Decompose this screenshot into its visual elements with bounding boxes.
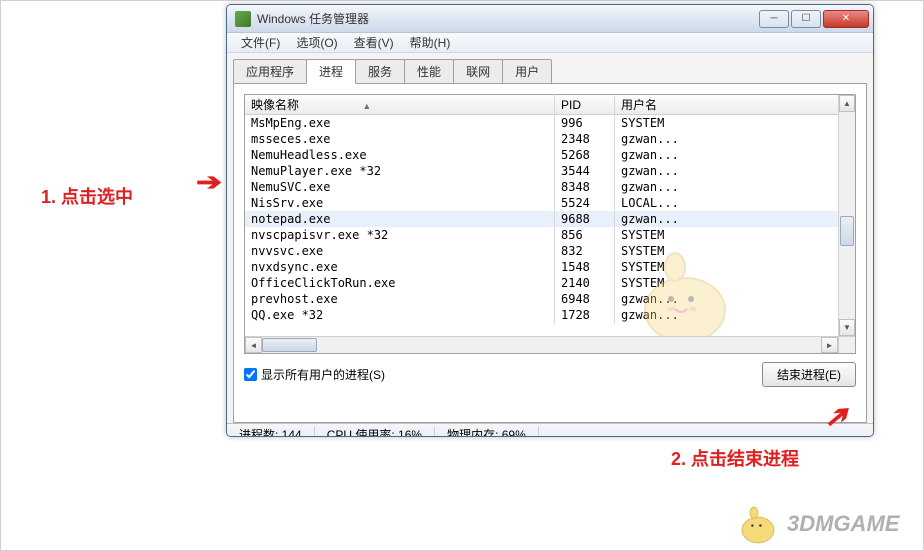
statusbar: 进程数: 144 CPU 使用率: 16% 物理内存: 69% bbox=[227, 423, 873, 437]
menubar: 文件(F) 选项(O) 查看(V) 帮助(H) bbox=[227, 33, 873, 53]
annotation-1: 1. 点击选中 bbox=[41, 183, 133, 209]
annotation-2: 2. 点击结束进程 bbox=[671, 445, 799, 471]
table-row[interactable]: nvxdsync.exe1548SYSTEM bbox=[245, 259, 855, 275]
app-icon bbox=[235, 11, 251, 27]
list-header: 映像名称 ▲ PID 用户名 bbox=[245, 95, 855, 115]
site-logo: 3DMGAME bbox=[733, 504, 913, 544]
scroll-up-button[interactable]: ▲ bbox=[839, 95, 855, 112]
menu-view[interactable]: 查看(V) bbox=[346, 32, 402, 53]
cell-image-name: QQ.exe *32 bbox=[245, 306, 555, 324]
task-manager-window: Windows 任务管理器 ─ ☐ ✕ 文件(F) 选项(O) 查看(V) 帮助… bbox=[226, 4, 874, 437]
table-row[interactable]: prevhost.exe6948gzwan... bbox=[245, 291, 855, 307]
col-image-name-label: 映像名称 bbox=[251, 98, 299, 112]
scroll-down-button[interactable]: ▼ bbox=[839, 319, 855, 336]
table-row[interactable]: MsMpEng.exe996SYSTEM bbox=[245, 115, 855, 131]
sort-ascending-icon: ▲ bbox=[362, 101, 371, 111]
cell-pid: 1728 bbox=[555, 306, 615, 324]
table-row[interactable]: notepad.exe9688gzwan... bbox=[245, 211, 855, 227]
table-row[interactable]: NisSrv.exe5524LOCAL... bbox=[245, 195, 855, 211]
logo-text: 3DMGAME bbox=[787, 511, 899, 537]
scroll-right-button[interactable]: ► bbox=[821, 337, 838, 353]
maximize-button[interactable]: ☐ bbox=[791, 10, 821, 28]
tabs: 应用程序 进程 服务 性能 联网 用户 bbox=[233, 59, 867, 83]
scroll-left-button[interactable]: ◄ bbox=[245, 337, 262, 353]
col-image-name[interactable]: 映像名称 ▲ bbox=[245, 94, 555, 115]
close-button[interactable]: ✕ bbox=[823, 10, 869, 28]
process-list: 映像名称 ▲ PID 用户名 bbox=[244, 94, 856, 354]
tab-performance[interactable]: 性能 bbox=[404, 59, 454, 83]
status-process-count: 进程数: 144 bbox=[227, 426, 315, 438]
table-row[interactable]: nvscpapisvr.exe *32856SYSTEM bbox=[245, 227, 855, 243]
show-all-users-checkbox[interactable]: 显示所有用户的进程(S) bbox=[244, 366, 385, 383]
scroll-thumb[interactable] bbox=[840, 216, 854, 246]
arrow-1-icon: ➔ bbox=[196, 171, 222, 195]
tab-services[interactable]: 服务 bbox=[355, 59, 405, 83]
show-all-users-label: 显示所有用户的进程(S) bbox=[261, 366, 385, 383]
tab-users[interactable]: 用户 bbox=[502, 59, 552, 83]
menu-options[interactable]: 选项(O) bbox=[288, 32, 345, 53]
window-title: Windows 任务管理器 bbox=[257, 10, 757, 27]
tab-content: 映像名称 ▲ PID 用户名 bbox=[233, 83, 867, 423]
hscroll-track[interactable] bbox=[262, 337, 821, 353]
col-pid[interactable]: PID bbox=[555, 96, 615, 114]
show-all-users-input[interactable] bbox=[244, 368, 257, 381]
tab-area: 应用程序 进程 服务 性能 联网 用户 映像名称 ▲ PID 用户名 bbox=[227, 53, 873, 423]
table-row[interactable]: OfficeClickToRun.exe2140SYSTEM bbox=[245, 275, 855, 291]
titlebar[interactable]: Windows 任务管理器 ─ ☐ ✕ bbox=[227, 5, 873, 33]
bottom-controls: 显示所有用户的进程(S) 结束进程(E) bbox=[244, 362, 856, 387]
scroll-corner bbox=[838, 336, 855, 353]
list-body[interactable]: MsMpEng.exe996SYSTEMmsseces.exe2348gzwan… bbox=[245, 115, 855, 353]
tab-processes[interactable]: 进程 bbox=[306, 59, 356, 84]
mascot-watermark bbox=[625, 245, 745, 345]
tab-applications[interactable]: 应用程序 bbox=[233, 59, 307, 83]
minimize-button[interactable]: ─ bbox=[759, 10, 789, 28]
tab-networking[interactable]: 联网 bbox=[453, 59, 503, 83]
horizontal-scrollbar[interactable]: ◄ ► bbox=[245, 336, 838, 353]
table-row[interactable]: nvvsvc.exe832SYSTEM bbox=[245, 243, 855, 259]
table-row[interactable]: NemuPlayer.exe *323544gzwan... bbox=[245, 163, 855, 179]
end-process-button[interactable]: 结束进程(E) bbox=[762, 362, 856, 387]
scroll-track[interactable] bbox=[839, 112, 855, 319]
table-row[interactable]: NemuHeadless.exe5268gzwan... bbox=[245, 147, 855, 163]
status-cpu-usage: CPU 使用率: 16% bbox=[315, 426, 435, 438]
menu-file[interactable]: 文件(F) bbox=[233, 32, 288, 53]
col-user[interactable]: 用户名 bbox=[615, 94, 855, 115]
hscroll-thumb[interactable] bbox=[262, 338, 317, 352]
table-row[interactable]: QQ.exe *321728gzwan... bbox=[245, 307, 855, 323]
table-row[interactable]: NemuSVC.exe8348gzwan... bbox=[245, 179, 855, 195]
table-row[interactable]: msseces.exe2348gzwan... bbox=[245, 131, 855, 147]
menu-help[interactable]: 帮助(H) bbox=[402, 32, 459, 53]
status-memory: 物理内存: 69% bbox=[435, 426, 539, 438]
vertical-scrollbar[interactable]: ▲ ▼ bbox=[838, 95, 855, 336]
